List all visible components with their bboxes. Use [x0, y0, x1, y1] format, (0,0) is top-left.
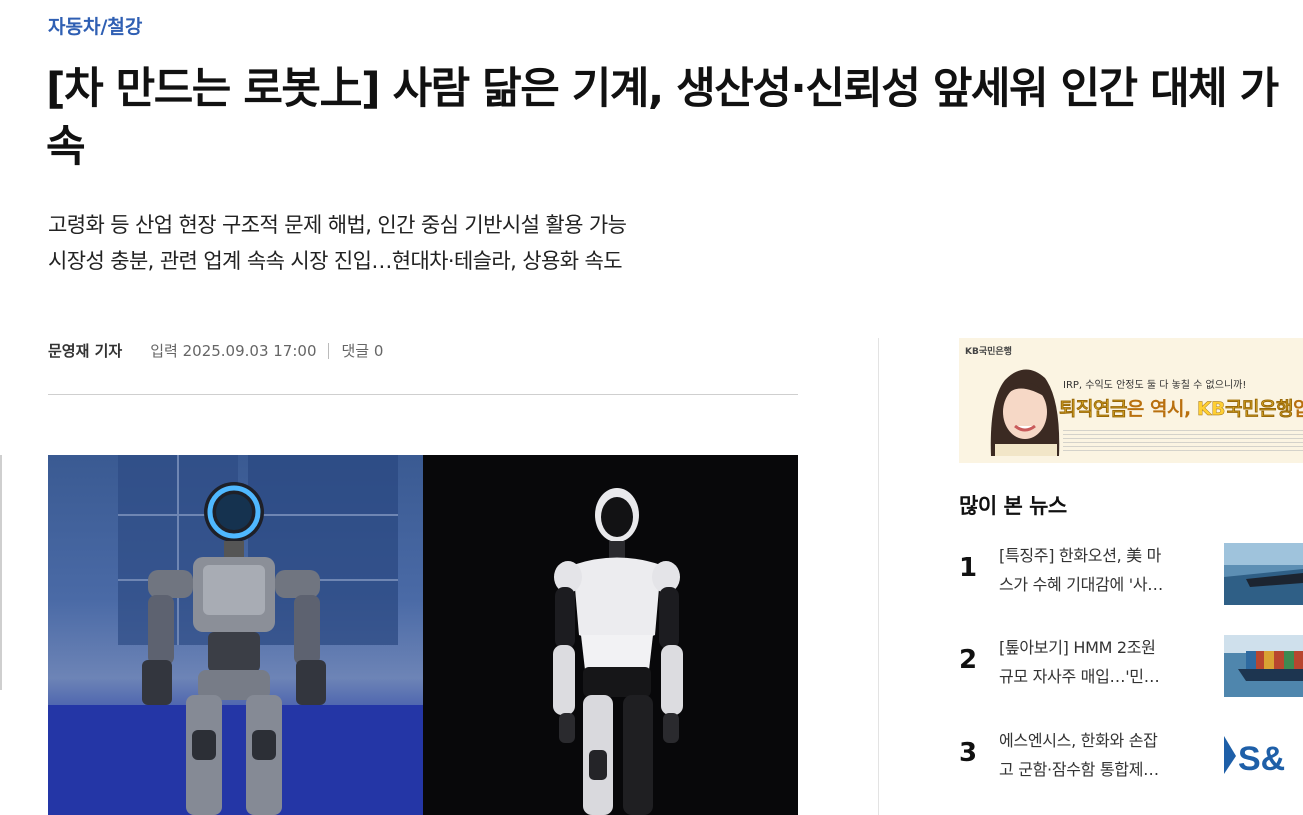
article-subtitle: 고령화 등 산업 현장 구조적 문제 해법, 인간 중심 기반시설 활용 가능 …	[48, 207, 808, 279]
submarine-thumbnail-image	[1224, 543, 1303, 605]
subtitle-line-1: 고령화 등 산업 현장 구조적 문제 해법, 인간 중심 기반시설 활용 가능	[48, 213, 627, 237]
column-divider	[878, 338, 879, 815]
byline-separator	[328, 342, 330, 359]
popular-news-title-line-1: [톺아보기] HMM 2조원	[999, 638, 1156, 657]
container-ship-thumbnail-image	[1224, 635, 1303, 697]
popular-news-item-1[interactable]: 1 [특징주] 한화오션, 美 마 스가 수혜 기대감에 '사…	[959, 541, 1303, 605]
published-date: 입력 2025.09.03 17:00	[150, 342, 317, 360]
atlas-robot-illustration	[48, 455, 423, 815]
popular-news-rank: 2	[959, 645, 978, 675]
popular-news-item-2[interactable]: 2 [톺아보기] HMM 2조원 규모 자사주 매입…'민…	[959, 633, 1303, 697]
ad-headline: 퇴직연금은 역시, KB국민은행입니	[1059, 394, 1303, 421]
popular-news-title-line-2: 스가 수혜 기대감에 '사…	[999, 575, 1163, 594]
comment-count[interactable]: 댓글 0	[341, 340, 383, 361]
sns-logo-thumbnail-image: S&	[1224, 728, 1303, 790]
popular-news-heading: 많이 본 뉴스	[959, 494, 1067, 518]
popular-news-rank: 1	[959, 553, 978, 583]
popular-news-title-line-1: 에스엔시스, 한화와 손잡	[999, 731, 1158, 750]
ad-headline-suffix: 입니	[1292, 398, 1303, 420]
article-category[interactable]: 자동차/철강	[48, 12, 142, 39]
popular-news-thumbnail[interactable]	[1224, 635, 1303, 697]
popular-news-thumbnail[interactable]	[1224, 543, 1303, 605]
optimus-robot-illustration	[553, 488, 683, 815]
kb-bank-ad-banner[interactable]: KB국민은행 IRP, 수익도 안정도 둘 다 놓칠 수 없으니까! 퇴직연금은…	[959, 338, 1303, 463]
ad-model-illustration	[990, 369, 1060, 456]
ad-headline-brand: KB국민은행	[1196, 398, 1294, 420]
popular-news-item-3[interactable]: 3 에스엔시스, 한화와 손잡 고 군함·잠수함 통합제… S&	[959, 726, 1303, 790]
article-byline: 문영재 기자 입력 2025.09.03 17:00 댓글 0	[48, 340, 383, 361]
byline-divider	[48, 394, 798, 395]
ad-headline-mid: 은 역시,	[1126, 398, 1197, 420]
ad-tagline: IRP, 수익도 안정도 둘 다 놓칠 수 없으니까!	[1063, 380, 1247, 391]
popular-news-title-line-2: 고 군함·잠수함 통합제…	[999, 760, 1159, 779]
kb-bank-logo: KB국민은행	[965, 347, 1012, 357]
optimus-robot-photo	[423, 455, 798, 815]
popular-news-thumbnail[interactable]: S&	[1224, 728, 1303, 790]
author-name[interactable]: 문영재 기자	[48, 340, 122, 361]
popular-news-title[interactable]: 에스엔시스, 한화와 손잡 고 군함·잠수함 통합제…	[999, 726, 1204, 784]
popular-news-title[interactable]: [특징주] 한화오션, 美 마 스가 수혜 기대감에 '사…	[999, 541, 1204, 599]
popular-news-title[interactable]: [톺아보기] HMM 2조원 규모 자사주 매입…'민…	[999, 633, 1204, 691]
subtitle-line-2: 시장성 충분, 관련 업계 속속 시장 진입…현대차·테슬라, 상용화 속도	[48, 249, 623, 273]
sns-logo-text: S&	[1238, 740, 1285, 778]
article-headline: [차 만드는 로봇上] 사람 닮은 기계, 생산성·신뢰성 앞세워 인간 대체 …	[46, 64, 1279, 172]
popular-news-title-line-2: 규모 자사주 매입…'민…	[999, 667, 1160, 686]
article-photo	[48, 455, 798, 815]
popular-news-rank: 3	[959, 738, 978, 768]
popular-news-title-line-1: [특징주] 한화오션, 美 마	[999, 546, 1162, 565]
left-edge-border	[0, 455, 2, 690]
ad-headline-prefix: 퇴직연금	[1059, 398, 1128, 420]
humanoid-robot-photo	[48, 455, 423, 815]
ad-fine-print	[1063, 430, 1303, 452]
